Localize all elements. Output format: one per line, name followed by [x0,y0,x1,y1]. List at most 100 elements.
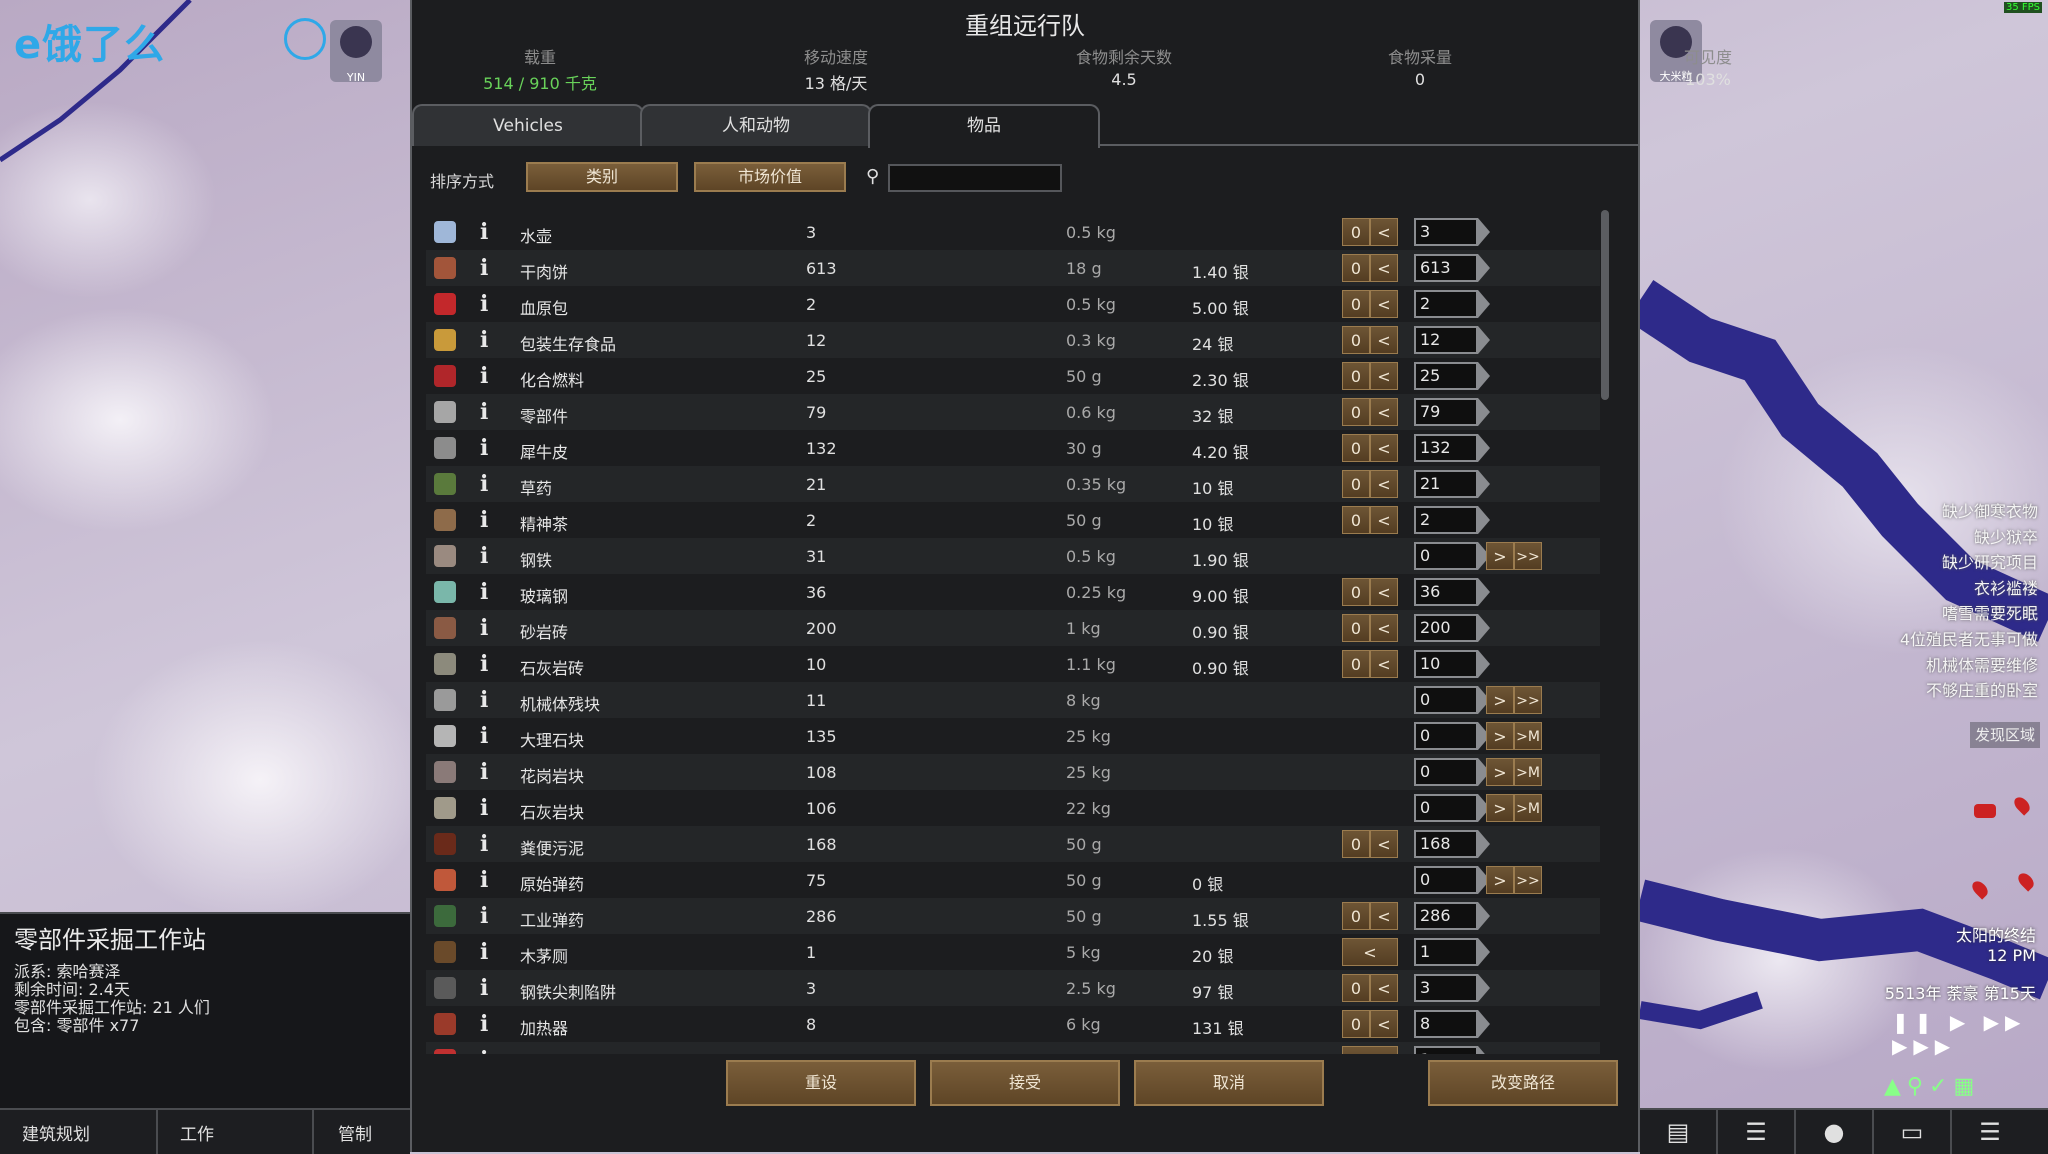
world-factions-icon[interactable]: ▤ [1640,1110,1718,1154]
decrease-button[interactable]: < [1370,830,1398,858]
info-icon[interactable]: i [480,507,488,533]
discover-area-button[interactable]: 发现区域 [1970,722,2040,748]
decrease-button[interactable]: < [1370,578,1398,606]
remove-all-button[interactable]: 0 [1342,830,1370,858]
quantity-field[interactable]: 286 [1414,902,1478,930]
item-row[interactable]: i 草药 21 0.35 kg 10 银 0 <21 [426,466,1604,502]
quantity-field[interactable]: 36 [1414,578,1478,606]
quantity-field[interactable]: 8 [1414,1010,1478,1038]
speed-controls[interactable]: ❚❚ ▶ ▶▶ ▶▶▶ [1892,1010,2048,1058]
increase-button[interactable]: > [1486,722,1514,750]
info-icon[interactable]: i [480,219,488,245]
decrease-button[interactable]: < [1342,938,1398,966]
info-icon[interactable]: i [480,651,488,677]
item-row[interactable]: i 血原包 2 0.5 kg 5.00 银 0 <2 [426,286,1604,322]
item-row[interactable]: i 精神茶 2 50 g 10 银 0 <2 [426,502,1604,538]
info-icon[interactable]: i [480,975,488,1001]
info-icon[interactable]: i [480,687,488,713]
quantity-field[interactable]: 0 [1414,794,1478,822]
info-icon[interactable]: i [480,759,488,785]
decrease-button[interactable]: < [1370,614,1398,642]
info-icon[interactable]: i [480,867,488,893]
map-toggle-icons[interactable]: ▲⚲✓▦ [1884,1074,1980,1099]
quantity-field[interactable]: 25 [1414,362,1478,390]
info-icon[interactable]: i [480,615,488,641]
add-max-button[interactable]: >M [1514,794,1542,822]
item-row[interactable]: i 包装生存食品 12 0.3 kg 24 银 0 <12 [426,322,1604,358]
remove-all-button[interactable]: 0 [1342,650,1370,678]
item-row[interactable]: i 玻璃钢 36 0.25 kg 9.00 银 0 <36 [426,574,1604,610]
decrease-button[interactable]: < [1370,362,1398,390]
info-icon[interactable]: i [480,579,488,605]
colonist-portrait-left[interactable]: YIN [330,20,382,84]
item-row[interactable]: i 机械体残块 11 8 kg 0 > >> [426,682,1604,718]
remove-all-button[interactable]: 0 [1342,578,1370,606]
research-icon[interactable]: ▭ [1874,1110,1952,1154]
quantity-field[interactable]: 132 [1414,434,1478,462]
info-icon[interactable]: i [480,903,488,929]
quantity-field[interactable]: 0 [1414,722,1478,750]
item-row[interactable]: i 水壶 3 0.5 kg 0 <3 [426,214,1604,250]
remove-all-button[interactable]: 0 [1342,434,1370,462]
alert-item[interactable]: 嗜雪需要死眠 [1900,600,2038,626]
info-icon[interactable]: i [480,363,488,389]
alert-item[interactable]: 机械体需要维修 [1900,652,2038,678]
tab-work[interactable]: 工作 [180,1120,214,1145]
increase-button[interactable]: > [1486,758,1514,786]
decrease-button[interactable]: < [1370,470,1398,498]
tab-restrict[interactable]: 管制 [338,1120,372,1145]
increase-button[interactable]: > [1486,542,1514,570]
remove-all-button[interactable]: 0 [1342,974,1370,1002]
reset-button[interactable]: 重设 [726,1060,916,1106]
remove-all-button[interactable]: 0 [1342,218,1370,246]
add-max-button[interactable]: >M [1514,722,1542,750]
quantity-field[interactable]: 10 [1414,650,1478,678]
item-row[interactable]: i 花岗岩块 108 25 kg 0 > >M [426,754,1604,790]
decrease-button[interactable]: < [1370,650,1398,678]
info-icon[interactable]: i [480,1047,488,1054]
remove-all-button[interactable]: 0 [1342,326,1370,354]
quantity-field[interactable]: 168 [1414,830,1478,858]
add-max-button[interactable]: >> [1514,542,1542,570]
decrease-button[interactable]: < [1370,398,1398,426]
item-row[interactable]: i 零部件 79 0.6 kg 32 银 0 <79 [426,394,1604,430]
tab-architect[interactable]: 建筑规划 [22,1120,90,1145]
decrease-button[interactable]: < [1370,974,1398,1002]
info-icon[interactable]: i [480,255,488,281]
item-row[interactable]: i 化合燃料 25 50 g 2.30 银 0 <25 [426,358,1604,394]
quantity-field[interactable]: 2 [1414,290,1478,318]
quantity-field[interactable]: 79 [1414,398,1478,426]
sort-market-value-button[interactable]: 市场价值 [694,162,846,192]
info-icon[interactable]: i [480,327,488,353]
quantity-field[interactable]: 0 [1414,542,1478,570]
alert-item[interactable]: 缺少研究项目 [1900,549,2038,575]
remove-all-button[interactable]: 0 [1342,506,1370,534]
colonist-group-icon[interactable] [284,18,326,60]
item-row[interactable]: i 原始弹药 75 50 g 0 银 0 > >> [426,862,1604,898]
add-max-button[interactable]: >> [1514,686,1542,714]
alert-item[interactable]: 缺少御寒衣物 [1900,498,2038,524]
alert-item[interactable]: 不够庄重的卧室 [1900,677,2038,703]
remove-all-button[interactable]: 0 [1342,398,1370,426]
quantity-field[interactable]: 3 [1414,218,1478,246]
quantity-field[interactable]: 12 [1414,326,1478,354]
item-row[interactable]: i 钢铁 31 0.5 kg 1.90 银 0 > >> [426,538,1604,574]
remove-all-button[interactable]: 0 [1342,290,1370,318]
quantity-field[interactable]: 3 [1414,974,1478,1002]
remove-all-button[interactable]: 0 [1342,614,1370,642]
item-row[interactable]: i 干肉饼 613 18 g 1.40 银 0 <613 [426,250,1604,286]
remove-all-button[interactable]: 0 [1342,254,1370,282]
decrease-button[interactable]: < [1370,254,1398,282]
decrease-button[interactable]: < [1370,1010,1398,1038]
info-icon[interactable]: i [480,1011,488,1037]
info-icon[interactable]: i [480,399,488,425]
item-row[interactable]: i 魔菇东游牧帐篷 (极佳) 1 8 kg 780 银 <1 [426,1042,1604,1054]
quantity-field[interactable]: 613 [1414,254,1478,282]
item-row[interactable]: i 石灰岩砖 10 1.1 kg 0.90 银 0 <10 [426,646,1604,682]
tab-vehicles[interactable]: Vehicles [412,104,644,146]
quantity-field[interactable]: 0 [1414,686,1478,714]
info-icon[interactable]: i [480,831,488,857]
colonist-icon[interactable]: ● [1796,1110,1874,1154]
menu-icon[interactable]: ☰ [1952,1110,2028,1154]
increase-button[interactable]: > [1486,686,1514,714]
